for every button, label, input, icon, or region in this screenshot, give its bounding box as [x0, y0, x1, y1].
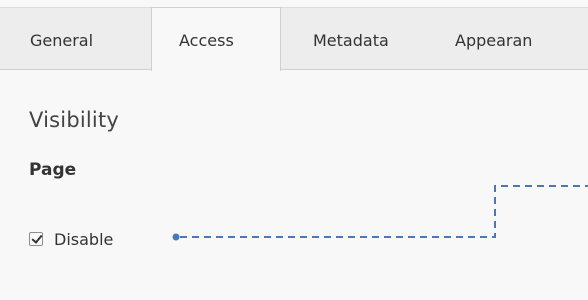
page-properties-panel: General Access Metadata Appearan Visibil…: [0, 0, 588, 300]
tab-metadata-label: Metadata: [313, 30, 389, 50]
group-label: Page: [29, 160, 77, 180]
section-heading: Visibility: [29, 108, 120, 132]
tab-access-label: Access: [179, 31, 234, 50]
tab-appearance-label: Appearan: [455, 30, 533, 50]
tab-strip: General Access Metadata Appearan: [0, 0, 588, 72]
disable-checkbox-row[interactable]: Disable: [29, 226, 113, 252]
callout-anchor-dot: [172, 233, 180, 241]
tab-appearance[interactable]: Appearan: [441, 7, 588, 71]
tab-access[interactable]: Access: [151, 7, 281, 71]
tab-general[interactable]: General: [0, 7, 151, 71]
disable-checkbox[interactable]: [29, 232, 43, 246]
disable-checkbox-label: Disable: [54, 229, 114, 249]
callout-dashed-line: [180, 185, 588, 238]
tab-metadata[interactable]: Metadata: [281, 7, 441, 71]
tab-general-label: General: [30, 30, 94, 50]
